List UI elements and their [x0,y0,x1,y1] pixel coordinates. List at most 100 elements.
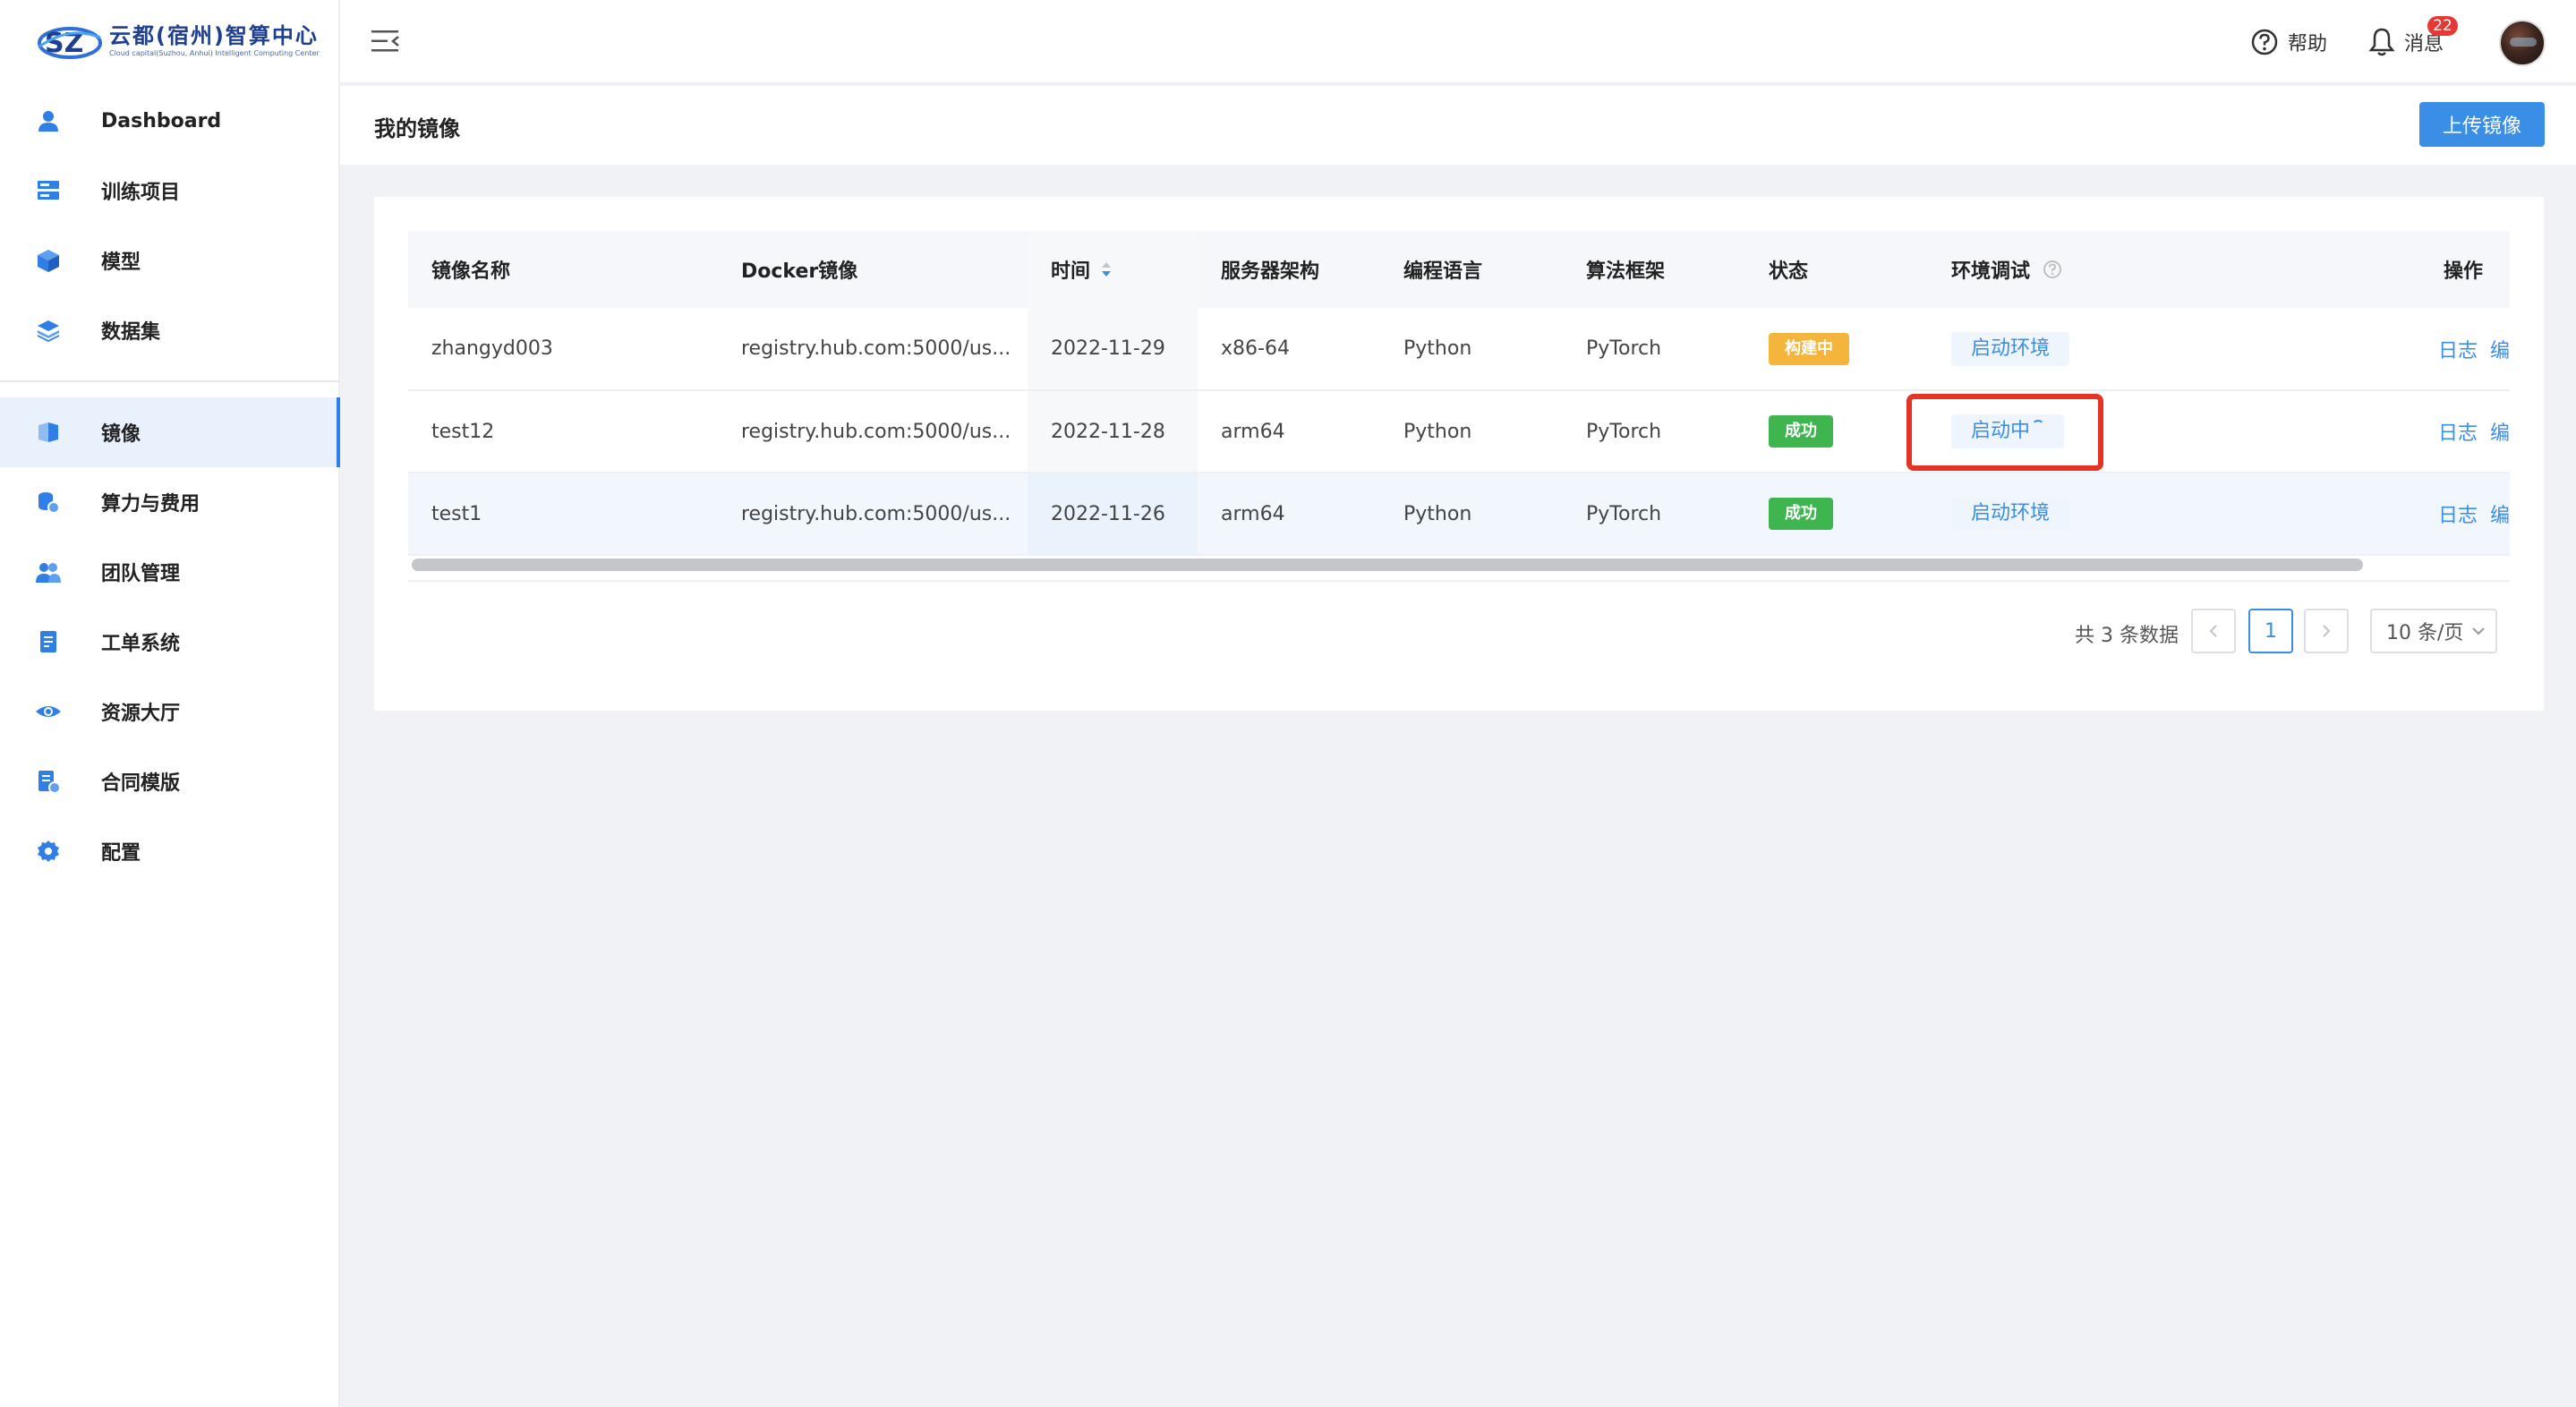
cell-arch: arm64 [1198,390,1380,473]
start-env-button[interactable]: 启动环境 [1951,331,2070,366]
cell-actions: 日志编 [2196,390,2510,473]
cell-time: 2022-11-26 [1028,473,1198,556]
column-header-time[interactable]: 时间 [1028,231,1198,308]
page-size-select[interactable]: 10 条/页 [2370,609,2497,653]
sidebar-divider [0,380,340,382]
column-header-lang: 编程语言 [1403,260,1483,283]
app-root: SZ 云都(宿州)智算中心 Cloud capital(Suzhou, Anhu… [0,0,2576,1407]
sidebar-item-contracts[interactable]: 合同模版 [0,746,340,816]
cell-env: 启动环境 [1928,308,2196,391]
layers-icon [34,316,63,345]
sidebar-item-compute-cost[interactable]: 算力与费用 [0,467,340,537]
sidebar-item-label: 团队管理 [101,563,181,585]
page-header: 我的镜像 上传镜像 [340,86,2576,165]
pagination: 共 3 条数据 1 10 条/页 [374,607,2510,655]
page-button[interactable]: 1 [2248,609,2293,653]
cell-time: 2022-11-29 [1028,308,1198,391]
team-icon [34,558,63,586]
messages-count-badge: 22 [2427,16,2458,36]
status-badge: 成功 [1769,498,1833,530]
cell-lang: Python [1380,390,1563,473]
table-row: test12 registry.hub.com:5000/us... 2022-… [408,390,2510,473]
sidebar-item-team[interactable]: 团队管理 [0,537,340,607]
sort-icon[interactable] [1101,260,1112,284]
edit-link[interactable]: 编 [2490,340,2510,362]
topbar: 帮助 消息 22 [340,0,2576,84]
cell-lang: Python [1380,308,1563,391]
sidebar-item-datasets[interactable]: 数据集 [0,295,340,365]
cell-arch: arm64 [1198,473,1380,556]
log-link[interactable]: 日志 [2438,505,2478,527]
sidebar-item-images[interactable]: 镜像 [0,397,340,467]
pagination-total: 共 3 条数据 [2075,625,2179,647]
sidebar-item-dashboard[interactable]: Dashboard [0,86,340,156]
help-label: 帮助 [2288,33,2328,55]
starting-env-button[interactable]: 启动中 [1951,414,2065,448]
user-icon [34,107,63,135]
sidebar-item-settings[interactable]: 配置 [0,816,340,886]
brand-subtitle: Cloud capital(Suzhou, Anhui) Intelligent… [109,49,320,57]
prev-page-button[interactable] [2191,609,2236,653]
status-badge: 成功 [1769,415,1833,448]
logo[interactable]: SZ 云都(宿州)智算中心 Cloud capital(Suzhou, Anhu… [36,14,320,68]
page-size-value: 10 条/页 [2386,622,2464,644]
loading-spinner-icon [2032,420,2045,432]
log-link[interactable]: 日志 [2438,422,2478,445]
column-header-env: 环境调试 [1928,231,2196,308]
table-header-row: 镜像名称 Docker镜像 时间 服务器架构 编程语言 算法框架 状态 环境调试… [408,231,2510,308]
horizontal-scrollbar[interactable] [408,559,2510,571]
server-icon [34,176,63,205]
table-row: test1 registry.hub.com:5000/us... 2022-1… [408,473,2510,556]
cell-framework: PyTorch [1563,390,1745,473]
cell-name: test1 [408,473,718,556]
sidebar-item-label: 镜像 [101,423,141,446]
sidebar-item-training[interactable]: 训练项目 [0,156,340,226]
collapse-menu-icon[interactable] [371,27,401,55]
images-table-wrapper: 镜像名称 Docker镜像 时间 服务器架构 编程语言 算法框架 状态 环境调试… [408,231,2510,587]
sidebar-item-tickets[interactable]: 工单系统 [0,607,340,677]
question-circle-icon [2251,29,2278,55]
sidebar: SZ 云都(宿州)智算中心 Cloud capital(Suzhou, Anhu… [0,0,340,1407]
sidebar-item-resources[interactable]: 资源大厅 [0,677,340,746]
avatar[interactable] [2499,20,2546,66]
images-table: 镜像名称 Docker镜像 时间 服务器架构 编程语言 算法框架 状态 环境调试… [408,231,2510,556]
log-link[interactable]: 日志 [2438,340,2478,362]
sidebar-item-label: 合同模版 [101,772,181,795]
upload-image-button[interactable]: 上传镜像 [2419,102,2545,147]
cell-actions: 日志编 [2196,473,2510,556]
column-header-status: 状态 [1769,260,1809,283]
sidebar-item-label: 算力与费用 [101,493,200,516]
sidebar-item-label: 训练项目 [101,182,181,204]
column-header-actions: 操作 [2443,260,2483,283]
sidebar-item-label: Dashboard [101,109,222,132]
chevron-left-icon [2209,625,2217,637]
cell-status: 构建中 [1745,308,1928,391]
messages-button[interactable]: 消息 22 [2368,16,2458,59]
table-row: zhangyd003 registry.hub.com:5000/us... 2… [408,308,2510,391]
cell-status: 成功 [1745,390,1928,473]
edit-link[interactable]: 编 [2490,422,2510,445]
column-header-name: 镜像名称 [431,260,511,283]
cell-docker: registry.hub.com:5000/us... [718,390,1028,473]
cell-lang: Python [1380,473,1563,556]
sidebar-item-label: 配置 [101,842,141,865]
scrollbar-thumb[interactable] [412,559,2363,571]
bell-icon [2368,28,2395,56]
page-title: 我的镜像 [374,116,460,141]
start-env-button[interactable]: 启动环境 [1951,497,2070,531]
question-circle-icon[interactable] [2043,260,2062,285]
sidebar-item-label: 工单系统 [101,633,181,655]
chevron-right-icon [2323,625,2331,637]
cell-docker: registry.hub.com:5000/us... [718,473,1028,556]
compute-cost-icon [34,488,63,516]
logo-mark-icon: SZ [38,27,102,59]
sidebar-item-label: 数据集 [101,321,161,344]
cell-name: test12 [408,390,718,473]
next-page-button[interactable] [2304,609,2349,653]
help-button[interactable]: 帮助 [2250,25,2327,59]
edit-link[interactable]: 编 [2490,505,2510,527]
cell-framework: PyTorch [1563,308,1745,391]
cell-env: 启动环境 [1928,473,2196,556]
sidebar-item-models[interactable]: 模型 [0,226,340,295]
column-header-arch: 服务器架构 [1221,260,1320,283]
